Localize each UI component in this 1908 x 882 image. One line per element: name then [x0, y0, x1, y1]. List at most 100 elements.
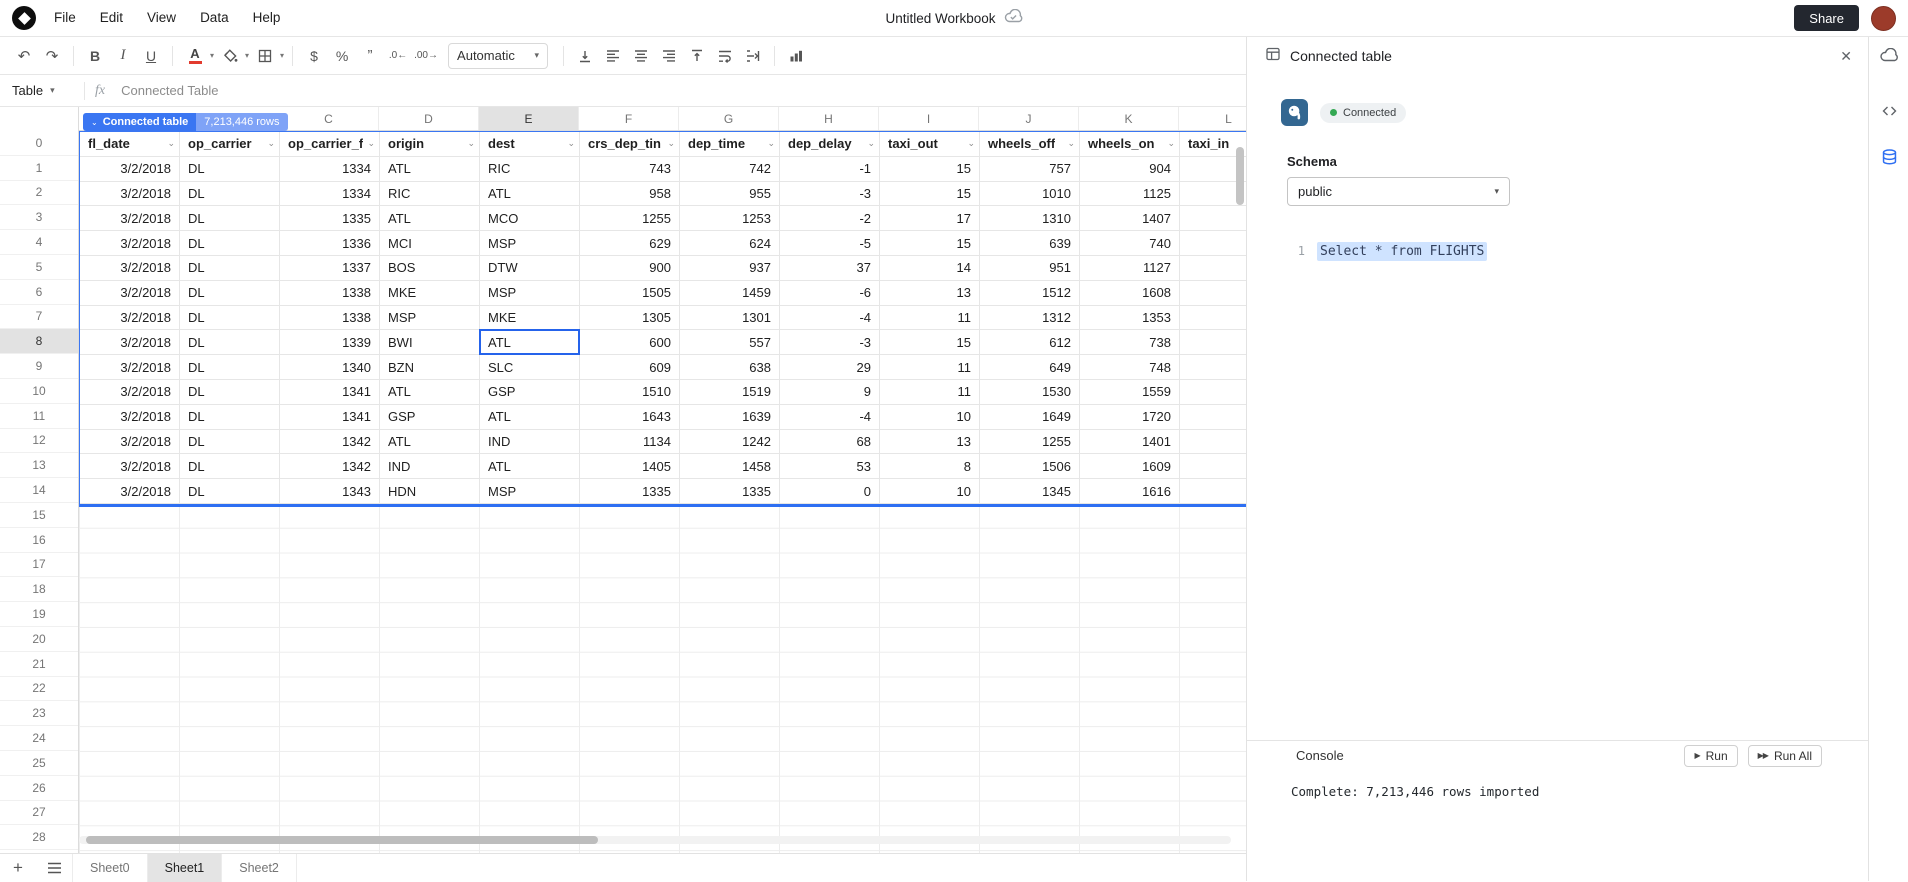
cell[interactable]: 1127 [1080, 256, 1180, 281]
grid-corner[interactable] [0, 107, 79, 131]
cell[interactable]: 1616 [1080, 479, 1180, 504]
cell[interactable]: 904 [1080, 157, 1180, 182]
cell[interactable]: 3/2/2018 [80, 430, 180, 455]
cell[interactable]: 53 [780, 454, 880, 479]
text-overflow-button[interactable] [740, 43, 766, 69]
cell[interactable]: ATL [380, 157, 480, 182]
cell[interactable]: -1 [780, 157, 880, 182]
cell[interactable]: 1609 [1080, 454, 1180, 479]
cell[interactable]: 624 [680, 231, 780, 256]
cell[interactable]: 1336 [280, 231, 380, 256]
percent-format-button[interactable]: % [329, 43, 355, 69]
redo-button[interactable]: ↷ [39, 43, 65, 69]
column-letter-G[interactable]: G [679, 107, 779, 130]
cell[interactable]: 1335 [280, 206, 380, 231]
cell[interactable]: 1242 [680, 430, 780, 455]
cell[interactable]: 1334 [280, 157, 380, 182]
chevron-down-icon[interactable]: ▾ [245, 51, 249, 60]
cell[interactable]: 1505 [580, 281, 680, 306]
column-dropdown-icon[interactable]: ⌄ [367, 138, 375, 149]
cell[interactable]: 3/2/2018 [80, 231, 180, 256]
database-icon[interactable] [1876, 144, 1902, 170]
cell[interactable]: 1339 [280, 330, 380, 355]
cell[interactable]: 557 [680, 330, 780, 355]
cell[interactable]: 742 [680, 157, 780, 182]
text-color-control[interactable]: A ▾ [181, 43, 214, 69]
cell[interactable]: 3/2/2018 [80, 281, 180, 306]
row-number-12[interactable]: 12 [0, 429, 78, 454]
cell[interactable]: 3/2/2018 [80, 479, 180, 504]
column-letter-H[interactable]: H [779, 107, 879, 130]
cell[interactable]: 3/2/2018 [80, 380, 180, 405]
cell[interactable]: 743 [580, 157, 680, 182]
cell[interactable]: 1341 [280, 405, 380, 430]
cell[interactable]: 1301 [680, 306, 780, 331]
cell[interactable]: 1338 [280, 281, 380, 306]
column-dropdown-icon[interactable]: ⌄ [167, 138, 175, 149]
cell[interactable]: RIC [380, 182, 480, 207]
number-format-select[interactable]: Automatic ▾ [448, 43, 548, 69]
cell[interactable]: 1639 [680, 405, 780, 430]
sheet-tab-Sheet0[interactable]: Sheet0 [73, 854, 148, 882]
borders-control[interactable]: ▾ [251, 43, 284, 69]
row-number-24[interactable]: 24 [0, 726, 78, 751]
cell[interactable]: DL [180, 430, 280, 455]
share-button[interactable]: Share [1794, 5, 1859, 31]
cell[interactable]: 13 [880, 281, 980, 306]
column-dropdown-icon[interactable]: ⌄ [1167, 138, 1175, 149]
cell[interactable]: 1010 [980, 182, 1080, 207]
cell[interactable]: 14 [880, 256, 980, 281]
close-icon[interactable]: ✕ [1840, 48, 1852, 65]
column-letter-I[interactable]: I [879, 107, 979, 130]
menu-file[interactable]: File [42, 0, 88, 36]
table-name-badge[interactable]: ⌄ Connected table 7,213,446 rows [83, 113, 288, 131]
cell[interactable]: 1340 [280, 355, 380, 380]
cell[interactable]: 1512 [980, 281, 1080, 306]
column-dropdown-icon[interactable]: ⌄ [567, 138, 575, 149]
run-button[interactable]: ▶ Run [1684, 745, 1737, 767]
cell[interactable]: 3/2/2018 [80, 206, 180, 231]
cell[interactable]: DL [180, 479, 280, 504]
row-number-21[interactable]: 21 [0, 652, 78, 677]
column-dropdown-icon[interactable]: ⌄ [667, 138, 675, 149]
cell[interactable]: DL [180, 355, 280, 380]
cell[interactable]: DL [180, 281, 280, 306]
cell[interactable]: ATL [380, 206, 480, 231]
vertical-align-top-button[interactable] [684, 43, 710, 69]
cell[interactable]: 8 [880, 454, 980, 479]
column-letter-D[interactable]: D [379, 107, 479, 130]
vertical-scrollbar-thumb[interactable] [1236, 147, 1244, 205]
cell[interactable]: DL [180, 380, 280, 405]
horizontal-scrollbar-thumb[interactable] [86, 836, 598, 844]
sheet-tab-Sheet2[interactable]: Sheet2 [222, 854, 297, 882]
cell[interactable]: IND [380, 454, 480, 479]
cell[interactable]: 1338 [280, 306, 380, 331]
cell[interactable]: HDN [380, 479, 480, 504]
column-dropdown-icon[interactable]: ⌄ [967, 138, 975, 149]
fill-color-icon[interactable] [217, 43, 243, 69]
table-column-header-op_carrier[interactable]: op_carrier⌄ [180, 132, 280, 157]
cell[interactable]: 1405 [580, 454, 680, 479]
cell[interactable]: DL [180, 405, 280, 430]
menu-help[interactable]: Help [241, 0, 293, 36]
row-number-23[interactable]: 23 [0, 701, 78, 726]
cell[interactable]: 1353 [1080, 306, 1180, 331]
row-number-6[interactable]: 6 [0, 280, 78, 305]
cell[interactable]: 3/2/2018 [80, 182, 180, 207]
table-column-header-wheels_on[interactable]: wheels_on⌄ [1080, 132, 1180, 157]
cell[interactable]: 612 [980, 330, 1080, 355]
cell[interactable]: GSP [480, 380, 580, 405]
table-badge-label[interactable]: ⌄ Connected table [83, 113, 196, 131]
align-left-button[interactable] [600, 43, 626, 69]
cell[interactable]: 3/2/2018 [80, 405, 180, 430]
run-all-button[interactable]: ▶▶ Run All [1748, 745, 1822, 767]
cell[interactable]: 1720 [1080, 405, 1180, 430]
cell[interactable]: 37 [780, 256, 880, 281]
column-letter-F[interactable]: F [579, 107, 679, 130]
bold-button[interactable]: B [82, 43, 108, 69]
row-number-13[interactable]: 13 [0, 453, 78, 478]
cell[interactable]: MCO [480, 206, 580, 231]
increase-decimals-button[interactable]: .00→ [413, 43, 439, 69]
cell[interactable]: 68 [780, 430, 880, 455]
row-number-8[interactable]: 8 [0, 329, 78, 354]
